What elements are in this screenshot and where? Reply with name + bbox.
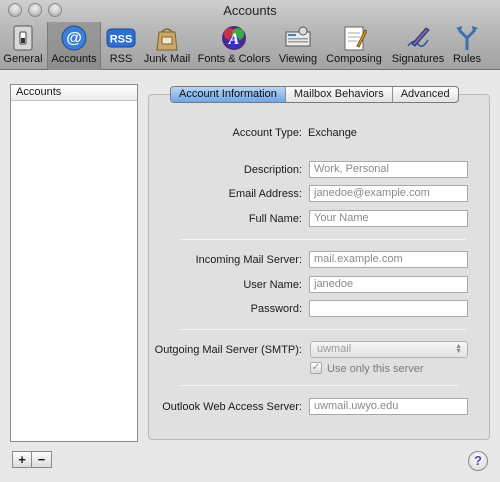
tab-account-information[interactable]: Account Information bbox=[171, 87, 286, 102]
outgoing-server-popup[interactable]: uwmail ▲ ▼ bbox=[310, 341, 468, 358]
toolbar-signatures[interactable]: Signatures bbox=[388, 22, 448, 70]
owa-server-label: Outlook Web Access Server: bbox=[162, 401, 302, 413]
email-address-label: Email Address: bbox=[228, 188, 302, 200]
incoming-server-field[interactable]: mail.example.com bbox=[309, 251, 468, 268]
email-address-field[interactable]: janedoe@example.com bbox=[309, 185, 468, 202]
viewing-icon bbox=[283, 24, 313, 52]
signature-pen-icon bbox=[403, 24, 433, 52]
remove-account-button[interactable]: − bbox=[32, 451, 52, 468]
description-field[interactable]: Work, Personal bbox=[309, 161, 468, 178]
user-name-label: User Name: bbox=[243, 279, 302, 291]
full-name-label: Full Name: bbox=[248, 213, 302, 225]
window-title: Accounts bbox=[223, 3, 277, 18]
toolbar-junk-mail[interactable]: Junk Mail bbox=[141, 22, 193, 70]
switch-icon bbox=[8, 24, 38, 52]
settings-tabs: Account Information Mailbox Behaviors Ad… bbox=[170, 86, 459, 103]
account-type-value: Exchange bbox=[308, 127, 357, 139]
toolbar-rss[interactable]: RSS RSS bbox=[103, 22, 139, 70]
help-button[interactable]: ? bbox=[468, 451, 488, 471]
tab-advanced[interactable]: Advanced bbox=[393, 87, 458, 102]
toolbar-composing[interactable]: Composing bbox=[324, 22, 384, 70]
at-sign-icon: @ bbox=[59, 24, 89, 52]
font-color-icon: A bbox=[219, 24, 249, 52]
separator bbox=[180, 385, 458, 386]
user-name-field[interactable]: janedoe bbox=[309, 276, 468, 293]
separator bbox=[180, 239, 466, 240]
rss-icon: RSS bbox=[106, 24, 136, 52]
preferences-toolbar: General @ Accounts RSS RSS Junk Mail A F… bbox=[0, 22, 500, 70]
account-type-label: Account Type: bbox=[232, 127, 302, 139]
outgoing-server-label: Outgoing Mail Server (SMTP): bbox=[154, 344, 302, 356]
incoming-server-label: Incoming Mail Server: bbox=[195, 254, 302, 266]
outgoing-server-value: uwmail bbox=[317, 343, 352, 355]
toolbar-rules[interactable]: Rules bbox=[450, 22, 484, 70]
accounts-list-header: Accounts bbox=[11, 85, 137, 101]
use-only-server-checkbox[interactable]: ✓ bbox=[310, 362, 322, 374]
password-label: Password: bbox=[250, 303, 302, 315]
rules-icon bbox=[452, 24, 482, 52]
toolbar-viewing[interactable]: Viewing bbox=[276, 22, 320, 70]
description-label: Description: bbox=[243, 164, 302, 176]
add-account-button[interactable]: + bbox=[12, 451, 32, 468]
tab-mailbox-behaviors[interactable]: Mailbox Behaviors bbox=[286, 87, 393, 102]
password-field[interactable] bbox=[309, 300, 468, 317]
toolbar-accounts[interactable]: @ Accounts bbox=[47, 22, 101, 70]
toolbar-fonts-colors[interactable]: A Fonts & Colors bbox=[196, 22, 272, 70]
owa-server-field[interactable]: uwmail.uwyo.edu bbox=[309, 398, 468, 415]
use-only-server-label: Use only this server bbox=[327, 363, 424, 375]
svg-text:RSS: RSS bbox=[110, 34, 133, 46]
chevron-updown-icon: ▲ ▼ bbox=[455, 343, 462, 355]
list-buttons: + − bbox=[12, 451, 52, 468]
junk-bag-icon bbox=[152, 24, 182, 52]
svg-text:A: A bbox=[228, 31, 240, 48]
full-name-field[interactable]: Your Name bbox=[309, 210, 468, 227]
window-titlebar: Accounts General @ Accounts RSS RSS Junk… bbox=[0, 0, 500, 70]
svg-text:@: @ bbox=[66, 30, 82, 47]
toolbar-general[interactable]: General bbox=[0, 22, 46, 70]
composing-icon bbox=[339, 24, 369, 52]
accounts-list[interactable]: Accounts bbox=[10, 84, 138, 442]
separator bbox=[180, 329, 466, 330]
